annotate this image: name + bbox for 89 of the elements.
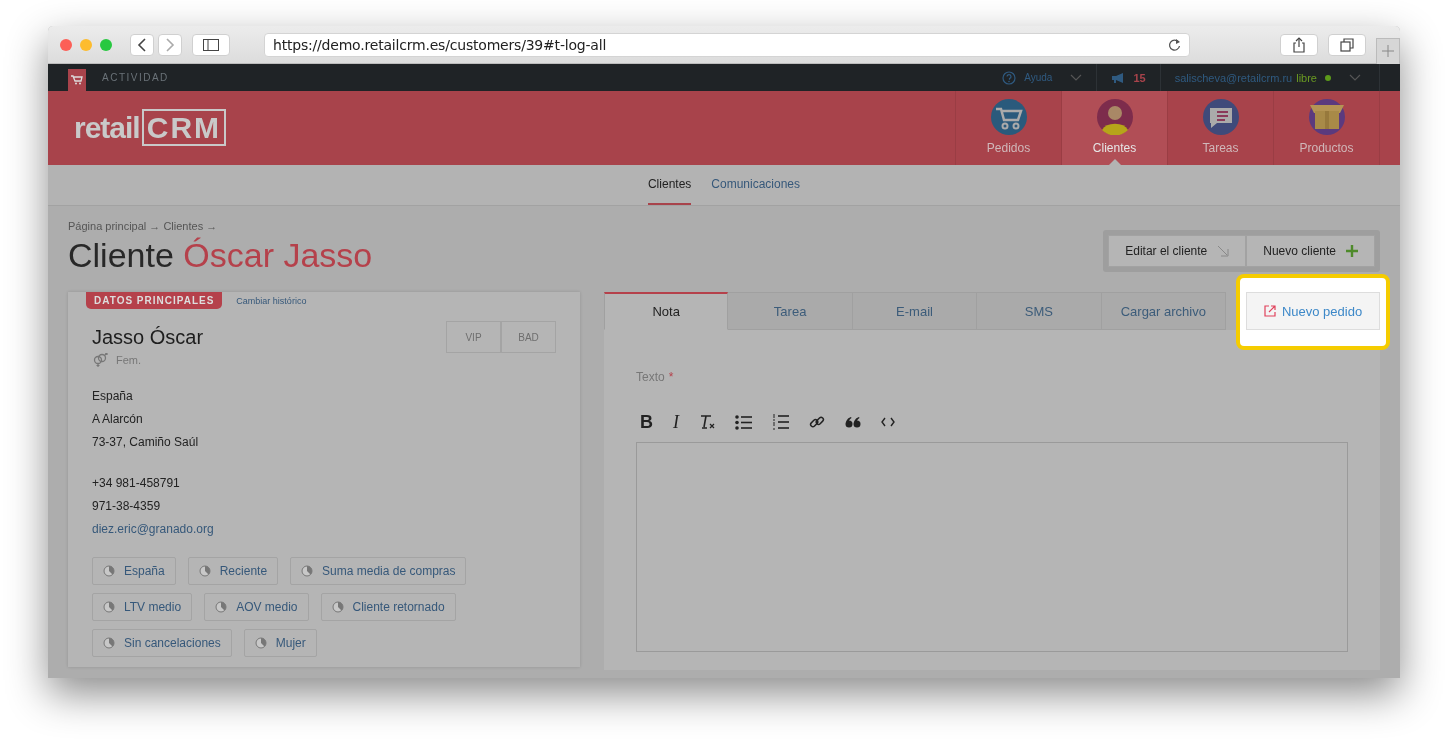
new-tab-button[interactable] bbox=[1376, 37, 1400, 64]
plus-icon bbox=[1346, 245, 1358, 257]
segment-tag[interactable]: Reciente bbox=[187, 557, 279, 585]
nav-item[interactable]: Clientes bbox=[1062, 91, 1168, 165]
pie-chart-icon bbox=[198, 565, 211, 577]
chat-icon bbox=[1202, 99, 1239, 135]
composer-tab[interactable]: E-mail bbox=[852, 292, 978, 330]
chevron-down-icon[interactable] bbox=[1070, 73, 1083, 82]
phone-number: 971-38-4359 bbox=[92, 498, 162, 515]
numbered-list-icon[interactable] bbox=[772, 414, 789, 430]
pie-chart-icon bbox=[301, 565, 314, 577]
action-button[interactable]: Editar el cliente bbox=[1108, 235, 1247, 267]
address-field[interactable]: https://demo.retailcrm.es/customers/39#t-log-all bbox=[264, 32, 1190, 57]
segment-tag[interactable]: Mujer bbox=[243, 629, 317, 657]
address-line: España bbox=[92, 388, 134, 405]
tabs-button[interactable] bbox=[1328, 33, 1366, 56]
help-icon[interactable] bbox=[1002, 70, 1017, 85]
segment-tag[interactable]: Sin cancelaciones bbox=[92, 629, 232, 657]
box-icon bbox=[1307, 99, 1346, 135]
chevron-left-icon bbox=[137, 37, 147, 52]
segment-tag[interactable]: LTV medio bbox=[92, 593, 193, 621]
bold-button[interactable]: B bbox=[640, 411, 653, 433]
segment-tag[interactable]: AOV medio bbox=[204, 593, 309, 621]
composer-tab[interactable]: Cargar archivo bbox=[1101, 292, 1227, 330]
flag-toggle[interactable]: BAD bbox=[501, 321, 556, 353]
link-icon[interactable] bbox=[809, 414, 825, 430]
nav-item[interactable]: Tareas bbox=[1168, 91, 1274, 165]
required-mark: * bbox=[668, 370, 674, 384]
action-button[interactable]: Nuevo cliente bbox=[1246, 235, 1375, 267]
user-email[interactable]: salischeva@retailcrm.ru bbox=[1174, 71, 1293, 84]
cart-icon[interactable] bbox=[68, 69, 86, 91]
plus-icon bbox=[1381, 44, 1395, 58]
subnav-tab[interactable]: Clientes bbox=[647, 165, 692, 205]
share-icon bbox=[1292, 36, 1306, 53]
share-button[interactable] bbox=[1280, 33, 1318, 56]
new-order-tab[interactable]: Nuevo pedido bbox=[1246, 292, 1381, 330]
plan-label: libre bbox=[1296, 71, 1317, 84]
gender-icon bbox=[92, 353, 108, 367]
field-label: Texto bbox=[636, 370, 665, 384]
email-link[interactable]: diez.eric@granado.org bbox=[92, 522, 214, 536]
help-link[interactable]: Ayuda bbox=[1024, 72, 1053, 83]
pie-chart-icon bbox=[103, 601, 115, 613]
sidebar-button[interactable] bbox=[192, 33, 230, 56]
edit-icon bbox=[1217, 245, 1230, 257]
breadcrumb[interactable]: Página principal → Clientes → bbox=[68, 220, 373, 232]
bullet-list-icon[interactable] bbox=[735, 414, 752, 430]
customer-name: Jasso Óscar bbox=[92, 325, 204, 349]
section-label[interactable]: ACTIVIDAD bbox=[102, 72, 169, 83]
italic-button[interactable]: I bbox=[673, 411, 679, 433]
gender-label: Fem. bbox=[116, 354, 142, 366]
composer-tab[interactable]: Nota bbox=[604, 292, 729, 330]
chevron-down-icon[interactable] bbox=[1349, 73, 1361, 82]
segment-tag[interactable]: Suma media de compras bbox=[290, 557, 467, 585]
chevron-right-icon bbox=[165, 37, 175, 52]
phone-number: +34 981-458791 bbox=[92, 475, 181, 492]
history-link[interactable]: Cambiar histórico bbox=[236, 295, 307, 306]
clear-format-icon[interactable] bbox=[699, 414, 715, 430]
sidebar-icon bbox=[203, 38, 219, 51]
tabs-icon bbox=[1340, 37, 1354, 52]
page-title: Cliente bbox=[68, 236, 174, 274]
text-editor-field[interactable] bbox=[636, 442, 1348, 652]
section-badge: DATOS PRINCIPALES bbox=[86, 292, 223, 309]
segment-tag[interactable]: Cliente retornado bbox=[320, 593, 456, 621]
notification-count[interactable]: 15 bbox=[1133, 71, 1146, 84]
flag-toggle[interactable]: VIP bbox=[446, 321, 501, 353]
address-line: 73-37, Camiño Saúl bbox=[92, 434, 200, 451]
external-link-icon bbox=[1263, 305, 1276, 317]
pie-chart-icon bbox=[331, 601, 344, 613]
avatar-icon bbox=[1096, 99, 1133, 135]
megaphone-icon[interactable] bbox=[1111, 71, 1126, 84]
close-icon[interactable] bbox=[60, 38, 72, 51]
nav-item[interactable]: Productos bbox=[1274, 91, 1380, 165]
pie-chart-icon bbox=[103, 637, 115, 649]
reload-icon[interactable] bbox=[1168, 37, 1181, 52]
pie-chart-icon bbox=[103, 565, 115, 577]
customer-name-title: Óscar Jasso bbox=[183, 236, 373, 274]
composer-tab[interactable]: SMS bbox=[977, 292, 1102, 330]
segment-tag[interactable]: España bbox=[92, 557, 176, 585]
composer-tab[interactable]: Tarea bbox=[728, 292, 853, 330]
subnav-tab[interactable]: Comunicaciones bbox=[711, 165, 801, 205]
pie-chart-icon bbox=[215, 601, 228, 613]
zoom-icon[interactable] bbox=[100, 38, 112, 51]
quote-icon[interactable] bbox=[845, 416, 861, 428]
status-dot bbox=[1325, 74, 1331, 81]
address-line: A Alarcón bbox=[92, 411, 144, 428]
back-button[interactable] bbox=[130, 33, 154, 56]
cart-icon bbox=[990, 99, 1027, 135]
code-icon[interactable] bbox=[881, 417, 895, 427]
pie-chart-icon bbox=[254, 637, 267, 649]
